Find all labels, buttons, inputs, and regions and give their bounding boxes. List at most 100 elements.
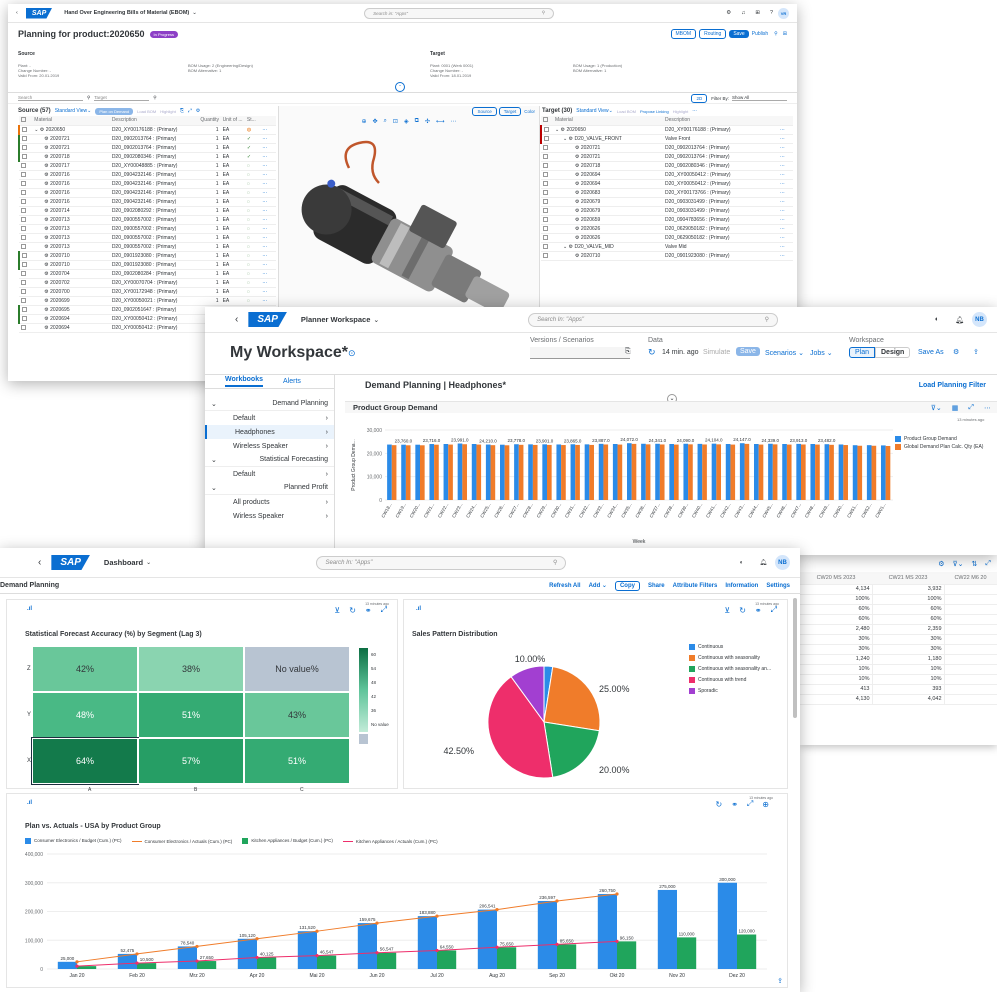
copilot-icon[interactable]: ◐ <box>935 316 939 323</box>
table-row[interactable]: ⚙ 2020704 D20_0902080284 : (Primary) 1 EA ◌ ⋯ <box>19 269 276 279</box>
col-cw20[interactable]: CW20 MS 2023 <box>800 572 872 585</box>
row-checkbox[interactable] <box>19 179 33 189</box>
bar[interactable] <box>645 444 651 500</box>
row-checkbox[interactable] <box>19 197 33 207</box>
chevron-down-icon[interactable]: ⌄ <box>609 108 613 114</box>
settings-icon[interactable]: ⚙ <box>726 10 731 16</box>
table-row[interactable]: 413 393 <box>800 684 997 695</box>
table-row[interactable]: ⌄ ⚙ D20_VALVE_MID Valve Mid ⋯ <box>541 242 793 252</box>
bar[interactable] <box>657 889 677 969</box>
col-status[interactable]: St... <box>244 116 261 126</box>
more-icon[interactable]: ⋯ <box>778 251 793 261</box>
value-cell[interactable]: 413 <box>800 684 873 695</box>
row-checkbox[interactable] <box>541 161 553 171</box>
bar[interactable] <box>796 443 801 500</box>
refresh-all-button[interactable]: Refresh All <box>549 583 580 589</box>
notification-icon[interactable]: ♫ <box>741 10 745 16</box>
row-checkbox[interactable] <box>541 224 553 234</box>
gear-icon[interactable]: ⚙ <box>953 348 959 356</box>
bar[interactable] <box>415 444 420 500</box>
table-row[interactable]: ⌄ ⚙ 2020650 D20_XY00176188 : (Primary) 1 EA… <box>17 125 276 135</box>
bar[interactable] <box>477 909 497 969</box>
bar[interactable] <box>485 444 491 500</box>
bar[interactable] <box>669 444 674 500</box>
row-checkbox[interactable] <box>17 143 33 153</box>
bar[interactable] <box>866 445 872 500</box>
share-icon[interactable]: ⇪ <box>777 977 783 985</box>
save-as-button[interactable]: Save As <box>918 349 944 356</box>
legend-item[interactable]: Continuous with seasonality <box>689 653 771 664</box>
table-row[interactable]: ⚙ 2020716 D20_0904232146 : (Primary) 1 EA ◌ ⋯ <box>19 188 276 198</box>
information-button[interactable]: Information <box>725 583 758 589</box>
link-icon[interactable]: ⚭ <box>731 800 738 809</box>
sap-logo[interactable]: SAP <box>51 555 90 570</box>
table-row[interactable]: ⚙ 2020718 D20_0902080346 : (Primary) 1 EA ✓ ⋯ <box>17 152 276 162</box>
value-cell[interactable]: 393 <box>872 684 945 695</box>
bar[interactable] <box>457 443 463 500</box>
col-description[interactable]: Description <box>663 116 778 126</box>
bell-icon[interactable]: 🔔︎ <box>759 559 767 566</box>
line-point[interactable] <box>255 955 259 960</box>
legend-item[interactable]: Kitchen Appliances / Budget (Cum.) (PC) <box>242 838 333 844</box>
back-icon[interactable]: ‹ <box>235 314 238 325</box>
save-button[interactable]: Save <box>736 347 760 356</box>
bar[interactable] <box>617 941 637 969</box>
bar[interactable] <box>542 444 547 500</box>
bar[interactable] <box>782 444 787 500</box>
bar[interactable] <box>528 444 533 500</box>
link-icon[interactable]: ⚭ <box>755 606 762 615</box>
line-point[interactable] <box>555 899 559 903</box>
bar[interactable] <box>881 445 886 500</box>
filter-target-input[interactable]: Target <box>94 95 150 101</box>
heatmap-cell[interactable]: 51% <box>138 692 244 738</box>
bar[interactable] <box>575 444 580 500</box>
back-icon[interactable]: ‹ <box>16 10 18 16</box>
more-icon[interactable]: ⋯ <box>260 233 276 243</box>
legend-item[interactable]: Kitchen Appliances / Actuals (Cum.) (PC) <box>342 839 438 844</box>
simulate-button[interactable]: Simulate <box>703 349 730 356</box>
bar[interactable] <box>800 444 806 500</box>
copy-icon[interactable]: ⎘ <box>625 348 631 356</box>
table-row[interactable]: ⚙ 2020714 D20_0902080292 : (Primary) 1 EA ◌ ⋯ <box>19 206 276 216</box>
zoom-icon[interactable]: ⌕ <box>384 118 387 125</box>
bar[interactable] <box>448 444 453 500</box>
plan-on-demand-button[interactable]: Plan on Demand <box>95 107 134 115</box>
value-cell[interactable]: 60% <box>800 604 873 615</box>
row-checkbox[interactable] <box>19 269 33 279</box>
target-view-select[interactable]: Standard View <box>576 108 608 114</box>
legend-item[interactable]: Global Demand Plan Calc. Qty (EA) <box>895 443 983 451</box>
search-icon[interactable]: ⚲ <box>153 95 156 101</box>
filter-by-select[interactable]: Show All <box>732 95 787 101</box>
value-cell[interactable]: 30% <box>800 634 873 645</box>
scenarios-button[interactable]: Scenarios ⌄ <box>765 349 804 357</box>
bar[interactable] <box>843 445 848 500</box>
line-point[interactable] <box>615 892 619 896</box>
more-icon[interactable]: ⋯ <box>260 197 276 207</box>
row-checkbox[interactable] <box>19 296 33 306</box>
table-row[interactable]: ⚙ 2020683 D20_XY00173766 : (Primary) ⋯ <box>541 188 793 198</box>
value-cell[interactable] <box>944 674 997 685</box>
search-icon[interactable]: ⚲ <box>553 559 557 566</box>
search-icon[interactable]: ⚲ <box>765 316 769 323</box>
back-icon[interactable]: ‹ <box>38 557 41 568</box>
more-icon[interactable]: ⋯ <box>778 170 793 180</box>
col-unit[interactable]: Unit of ... <box>220 116 245 126</box>
bar[interactable] <box>739 443 745 500</box>
col-cw22[interactable]: CW22 M6 20 <box>944 572 997 585</box>
bar[interactable] <box>641 443 646 500</box>
table-row[interactable]: ⚙ 2020717 D20_XY00048885 : (Primary) 1 EA ◌ ⋯ <box>19 161 276 171</box>
value-cell[interactable]: 1,180 <box>872 654 945 665</box>
value-cell[interactable]: 10% <box>872 664 945 675</box>
value-cell[interactable] <box>944 644 997 655</box>
row-checkbox[interactable] <box>19 233 33 243</box>
bar[interactable] <box>419 445 425 500</box>
grid-icon[interactable]: ⊞ <box>783 31 787 37</box>
bar[interactable] <box>697 443 703 500</box>
value-cell[interactable] <box>944 614 997 625</box>
bar[interactable] <box>612 444 618 500</box>
line-point[interactable] <box>615 939 619 943</box>
table-row[interactable]: ⚙ 2020721 D20_0902013764 : (Primary) 1 EA ✓ ⋯ <box>17 143 276 153</box>
legend-item[interactable]: Sporadic <box>689 686 771 697</box>
nav-item[interactable]: Wirless Speaker › <box>205 509 334 523</box>
save-button[interactable]: Save <box>729 30 749 38</box>
